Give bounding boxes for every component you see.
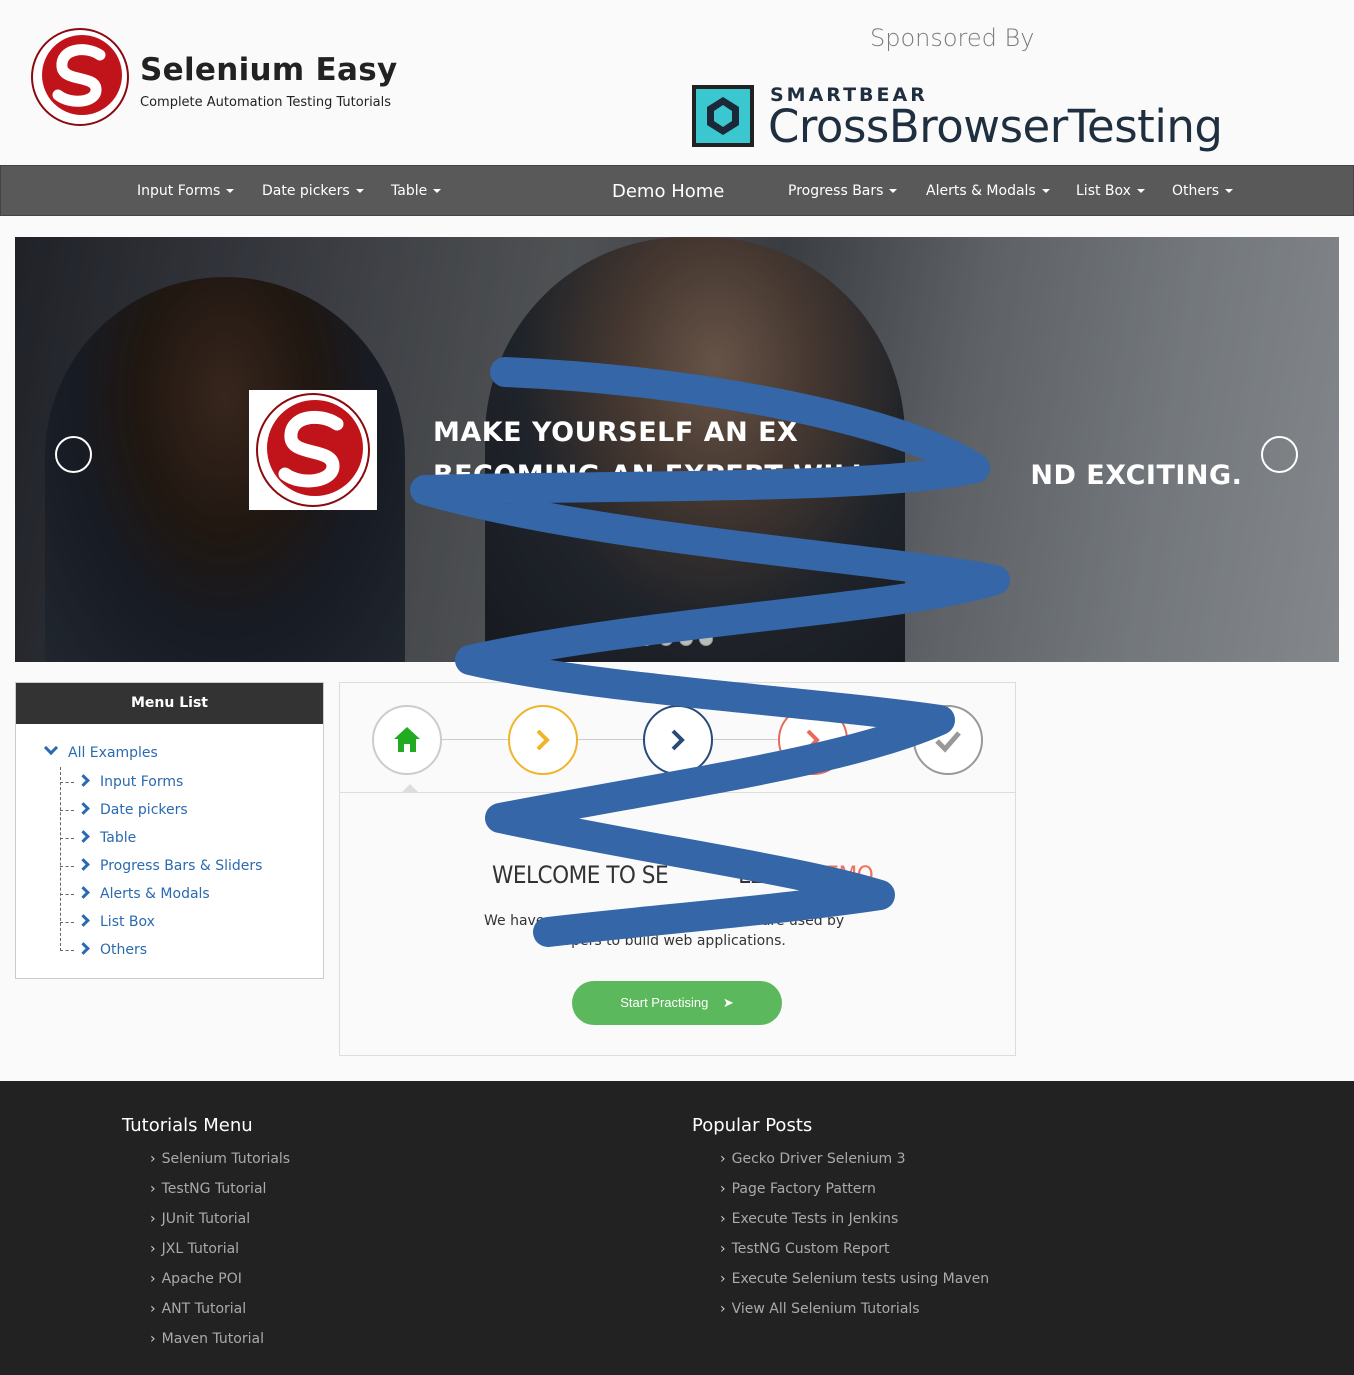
wizard-step-finish[interactable]	[913, 705, 983, 775]
slide-logo	[249, 390, 377, 510]
carousel-indicators	[639, 632, 713, 646]
footer-link-junit-tutorial[interactable]: JUnit Tutorial	[150, 1211, 290, 1241]
nav-alerts-modals[interactable]: Alerts & Modals	[926, 166, 1050, 217]
carousel-prev-button[interactable]	[55, 436, 92, 473]
tree-all-examples[interactable]: All Examples	[43, 740, 158, 761]
tree-item-date-pickers[interactable]: Date pickers	[60, 802, 188, 818]
chevron-right-icon	[671, 729, 685, 751]
chevron-right-icon	[536, 729, 550, 751]
welcome-text-line2: elopers to build web applications.	[550, 933, 786, 949]
slide-photo-person-center	[485, 237, 905, 662]
footer-link-jxl-tutorial[interactable]: JXL Tutorial	[150, 1241, 290, 1271]
carousel-indicator-4[interactable]	[699, 632, 713, 646]
nav-table[interactable]: Table	[391, 166, 442, 217]
menu-list-title: Menu List	[16, 683, 323, 724]
chevron-right-icon	[77, 858, 90, 871]
home-icon	[394, 727, 420, 752]
footer-link-selenium-tutorials[interactable]: Selenium Tutorials	[150, 1151, 291, 1181]
hero-carousel: MAKE YOURSELF AN EX BECOMING AN EXPERT W…	[15, 237, 1339, 662]
caret-down-icon	[355, 189, 364, 193]
menu-list-panel: Menu List All Examples Input Forms Date …	[15, 682, 324, 979]
tree-item-alerts-modals[interactable]: Alerts & Modals	[60, 886, 210, 902]
tree-item-table[interactable]: Table	[60, 830, 136, 846]
tree-item-input-forms[interactable]: Input Forms	[60, 774, 183, 790]
crossbrowsertesting-icon[interactable]	[692, 85, 754, 147]
caret-down-icon	[889, 189, 898, 193]
nav-demo-home[interactable]: Demo Home	[612, 166, 724, 217]
nav-others[interactable]: Others	[1172, 166, 1234, 217]
chevron-down-icon	[43, 740, 59, 756]
carousel-indicator-2[interactable]	[659, 632, 673, 646]
footer-popular-title: Popular Posts	[692, 1115, 813, 1136]
caret-down-icon	[1041, 189, 1050, 193]
wizard-step-2[interactable]	[508, 705, 578, 775]
chevron-right-icon	[77, 942, 90, 955]
chevron-right-icon	[77, 914, 90, 927]
carousel-indicator-1[interactable]	[639, 632, 653, 646]
welcome-text-line1: We have hat are used by	[484, 913, 845, 929]
tree-item-others[interactable]: Others	[60, 942, 147, 958]
check-icon	[935, 731, 961, 753]
footer-link-testng-report[interactable]: TestNG Custom Report	[720, 1241, 989, 1271]
slide-heading-line1: MAKE YOURSELF AN EX	[433, 417, 799, 448]
footer-tutorials-title: Tutorials Menu	[122, 1115, 253, 1136]
wizard-divider	[340, 792, 1015, 793]
top-navbar: Input Forms Date pickers Table Demo Home…	[0, 165, 1354, 216]
footer-link-maven-tutorial[interactable]: Maven Tutorial	[150, 1331, 290, 1361]
brand-title: Selenium Easy	[140, 52, 398, 88]
chevron-right-icon	[77, 830, 90, 843]
footer-link-ant-tutorial[interactable]: ANT Tutorial	[150, 1301, 290, 1331]
footer-link-apache-poi[interactable]: Apache POI	[150, 1271, 290, 1301]
caret-down-icon	[1136, 189, 1145, 193]
tree-item-progress-bars[interactable]: Progress Bars & Sliders	[60, 858, 262, 874]
nav-progress-bars[interactable]: Progress Bars	[788, 166, 898, 217]
chevron-right-icon	[77, 774, 90, 787]
wizard-panel: WELCOME TO SE LEASY DEMO We have hat are u…	[339, 682, 1016, 1056]
footer-link-maven-selenium[interactable]: Execute Selenium tests using Maven	[720, 1271, 990, 1301]
caret-down-icon	[433, 189, 442, 193]
footer-link-testng-tutorial[interactable]: TestNG Tutorial	[150, 1181, 290, 1211]
start-practising-button[interactable]: Start Practising ➤	[572, 981, 782, 1025]
wizard-step-home[interactable]	[372, 705, 442, 775]
wizard-step-4[interactable]	[778, 705, 848, 775]
nav-input-forms[interactable]: Input Forms	[137, 166, 235, 217]
nav-date-pickers[interactable]: Date pickers	[262, 166, 364, 217]
tree-item-list-box[interactable]: List Box	[60, 914, 155, 930]
selenium-easy-logo[interactable]	[30, 27, 130, 127]
footer-link-gecko-driver[interactable]: Gecko Driver Selenium 3	[720, 1151, 989, 1181]
caret-down-icon	[1225, 189, 1234, 193]
footer-link-jenkins[interactable]: Execute Tests in Jenkins	[720, 1211, 989, 1241]
site-footer: Tutorials Menu Selenium Tutorials TestNG…	[0, 1081, 1354, 1375]
footer-popular-list: Gecko Driver Selenium 3 Page Factory Pat…	[720, 1151, 990, 1331]
caret-down-icon	[226, 189, 235, 193]
carousel-next-button[interactable]	[1261, 436, 1298, 473]
brand-tagline: Complete Automation Testing Tutorials	[140, 95, 392, 110]
chevron-right-icon	[77, 886, 90, 899]
chevron-right-icon	[806, 729, 820, 751]
chevron-right-icon	[77, 802, 90, 815]
sponsor-product[interactable]: CrossBrowserTesting	[768, 100, 1223, 153]
nav-list-box[interactable]: List Box	[1076, 166, 1145, 217]
wizard-step-3[interactable]	[643, 705, 713, 775]
paper-plane-icon: ➤	[722, 995, 734, 1010]
sponsored-label: Sponsored By	[870, 24, 1035, 52]
footer-tutorials-list: Selenium Tutorials TestNG Tutorial JUnit…	[150, 1151, 291, 1361]
slide-heading-line2: BECOMING AN EXPERT WILL B ND EXCITING.	[433, 460, 1243, 491]
footer-link-all-tutorials[interactable]: View All Selenium Tutorials	[720, 1301, 989, 1331]
welcome-heading: WELCOME TO SE LEASY DEMO	[492, 861, 874, 889]
carousel-indicator-3[interactable]	[679, 632, 693, 646]
footer-link-page-factory[interactable]: Page Factory Pattern	[720, 1181, 989, 1211]
